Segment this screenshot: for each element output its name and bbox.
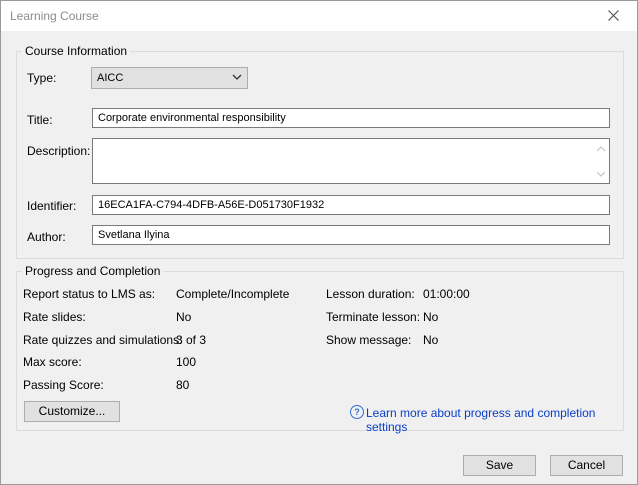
close-button[interactable]	[591, 1, 637, 31]
description-label: Description:	[27, 144, 91, 158]
title-bar: Learning Course	[1, 1, 637, 31]
chevron-down-icon	[232, 74, 242, 80]
max-score-value: 100	[176, 355, 197, 369]
course-information-legend: Course Information	[22, 44, 131, 58]
identifier-label: Identifier:	[27, 199, 77, 213]
help-icon[interactable]: ?	[350, 405, 364, 419]
lesson-duration-label: Lesson duration:	[326, 287, 415, 301]
rate-quizzes-label: Rate quizzes and simulations:	[23, 333, 183, 347]
author-label: Author:	[27, 230, 66, 244]
report-status-label: Report status to LMS as:	[23, 287, 156, 301]
author-input[interactable]: Svetlana Ilyina	[92, 225, 610, 245]
terminate-lesson-value: No	[423, 310, 439, 324]
terminate-lesson-label: Terminate lesson:	[326, 310, 421, 324]
scroll-up-icon	[596, 146, 606, 152]
title-label: Title:	[27, 113, 53, 127]
save-button-label: Save	[485, 458, 514, 472]
identifier-input[interactable]: 16ECA1FA-C794-4DFB-A56E-D051730F1932	[92, 195, 610, 215]
passing-score-label: Passing Score:	[23, 378, 104, 392]
description-textarea[interactable]	[92, 138, 610, 184]
show-message-value: No	[423, 333, 439, 347]
type-label: Type:	[27, 71, 57, 85]
description-scrollbar[interactable]	[593, 139, 609, 183]
save-button[interactable]: Save	[463, 455, 536, 476]
progress-completion-legend: Progress and Completion	[22, 264, 164, 278]
report-status-value: Complete/Incomplete	[176, 287, 290, 301]
type-select[interactable]: AICC	[91, 67, 248, 89]
customize-button-label: Customize...	[38, 404, 106, 418]
cancel-button[interactable]: Cancel	[550, 455, 623, 476]
show-message-label: Show message:	[326, 333, 412, 347]
rate-slides-label: Rate slides:	[23, 310, 86, 324]
cancel-button-label: Cancel	[567, 458, 606, 472]
type-select-value: AICC	[97, 72, 124, 84]
rate-slides-value: No	[176, 310, 192, 324]
close-icon	[608, 10, 619, 21]
rate-quizzes-value: 3 of 3	[176, 333, 207, 347]
passing-score-value: 80	[176, 378, 190, 392]
window-title: Learning Course	[10, 9, 99, 23]
learning-course-dialog: Learning Course Course Information Type:…	[0, 0, 638, 485]
learn-more-link[interactable]: Learn more about progress and completion…	[366, 406, 637, 434]
customize-button[interactable]: Customize...	[24, 401, 120, 422]
max-score-label: Max score:	[23, 355, 82, 369]
scroll-down-icon	[596, 171, 606, 177]
lesson-duration-value: 01:00:00	[423, 287, 470, 301]
title-input[interactable]: Corporate environmental responsibility	[92, 108, 610, 128]
